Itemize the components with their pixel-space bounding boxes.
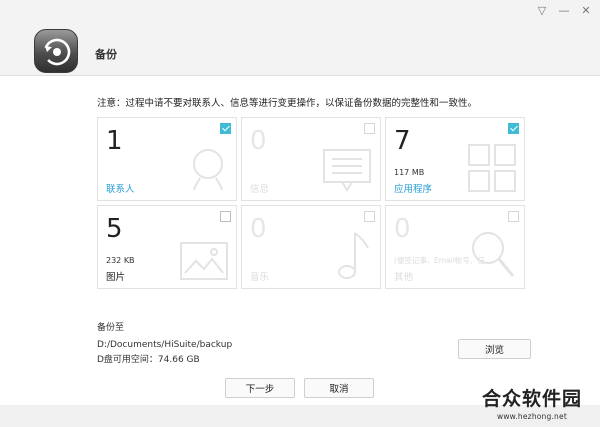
backup-destination-label: 备份至	[97, 323, 125, 333]
item-count: 0	[250, 214, 267, 244]
search-icon	[472, 232, 515, 277]
window-controls: ▽ — ✕	[534, 2, 594, 18]
item-count: 0	[250, 126, 267, 156]
item-label: 信息	[250, 184, 270, 195]
item-checkbox[interactable]	[364, 123, 375, 134]
item-label: 音乐	[250, 272, 270, 283]
item-label: 应用程序	[394, 184, 433, 195]
next-button[interactable]: 下一步	[225, 378, 295, 398]
watermark: 合众软件园 www.hezhong.net	[482, 384, 582, 421]
contact-person-icon	[193, 149, 223, 191]
item-checkbox[interactable]	[220, 123, 231, 134]
item-checkbox[interactable]	[508, 123, 519, 134]
item-tile-contacts[interactable]: 1 联系人	[97, 117, 237, 201]
free-space: D盘可用空间：74.66 GB	[97, 355, 200, 365]
page-title: 备份	[95, 48, 117, 61]
backup-restore-icon	[34, 29, 78, 73]
item-count: 5	[106, 214, 123, 244]
item-label: 其他	[394, 272, 414, 283]
minimize-icon[interactable]: —	[556, 2, 572, 18]
message-icon	[323, 149, 371, 192]
item-checkbox[interactable]	[220, 211, 231, 222]
item-tile-music[interactable]: 0 音乐	[241, 205, 381, 289]
item-count: 7	[394, 126, 411, 156]
item-count: 0	[394, 214, 411, 244]
item-label: 图片	[106, 272, 126, 283]
watermark-title: 合众软件园	[481, 388, 582, 410]
item-tile-apps[interactable]: 7 117 MB 应用程序	[385, 117, 525, 201]
item-size: 232 KB	[106, 256, 135, 265]
item-size: 117 MB	[394, 168, 425, 177]
picture-icon	[180, 242, 228, 280]
backup-items-grid: 1 联系人 0 信息 7 117 MB 应用程序 5 232 KB 图片 0 音…	[97, 117, 527, 289]
watermark-url: www.hezhong.net	[497, 412, 567, 421]
backup-path: D:/Documents/HiSuite/backup	[97, 340, 233, 350]
item-label: 联系人	[106, 184, 135, 195]
window-header: ▽ — ✕ 备份	[0, 0, 600, 76]
music-note-icon	[338, 232, 369, 279]
item-tile-pictures[interactable]: 5 232 KB 图片	[97, 205, 237, 289]
cancel-button[interactable]: 取消	[304, 378, 374, 398]
menu-dropdown-icon[interactable]: ▽	[534, 2, 550, 18]
browse-button[interactable]: 浏览	[458, 339, 531, 359]
notice-text: 注意：过程中请不要对联系人、信息等进行变更操作，以保证备份数据的完整性和一致性。	[97, 98, 478, 109]
item-tile-other[interactable]: 0 (便签记事、 Email帐号、日 其他	[385, 205, 525, 289]
apps-grid-icon	[468, 144, 516, 192]
close-icon[interactable]: ✕	[578, 2, 594, 18]
item-count: 1	[106, 126, 123, 156]
backup-window: ▽ — ✕ 备份 注意：过程中请不要对联系人、信息等进行变更操作，以保证备份数据…	[0, 0, 600, 405]
item-sublabel: (便签记事、	[394, 256, 435, 265]
item-checkbox[interactable]	[508, 211, 519, 222]
item-checkbox[interactable]	[364, 211, 375, 222]
item-tile-messages[interactable]: 0 信息	[241, 117, 381, 201]
